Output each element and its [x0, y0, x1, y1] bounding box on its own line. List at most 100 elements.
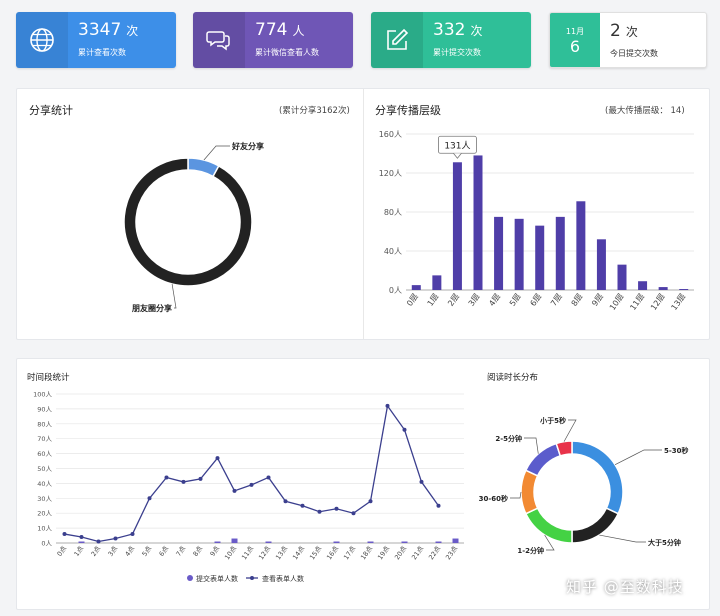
- slice-label: 2-5分钟: [495, 434, 522, 443]
- x-tick-label: 5点: [140, 544, 153, 558]
- share-donut-chart: 好友分享朋友圈分享: [123, 141, 264, 313]
- y-tick-label: 0人: [389, 286, 402, 295]
- stat-card-today[interactable]: 11月 6 2次 今日提交次数: [549, 12, 707, 68]
- y-tick-label: 0人: [41, 540, 52, 548]
- x-tick-label: 4点: [123, 544, 136, 558]
- stat-card-submits[interactable]: 332 次 累计提交次数: [371, 12, 531, 68]
- line-point: [334, 506, 339, 511]
- line-point: [79, 535, 84, 540]
- y-tick-label: 40人: [384, 247, 402, 256]
- x-tick-label: 8层: [570, 292, 585, 308]
- x-tick-label: 5层: [508, 292, 523, 308]
- x-tick-label: 12层: [649, 292, 667, 312]
- slice-label: 好友分享: [231, 141, 264, 151]
- slice-label: 大于5分钟: [648, 538, 681, 547]
- slice-label: 5-30秒: [664, 446, 689, 455]
- calendar-day: 6: [569, 36, 581, 56]
- x-tick-label: 7点: [174, 544, 187, 558]
- line-point: [436, 503, 441, 508]
- label-leader-line: [614, 449, 662, 465]
- donut-slice: [524, 442, 562, 477]
- x-tick-label: 23点: [444, 544, 459, 561]
- bar: [514, 218, 524, 290]
- x-tick-label: 18点: [359, 544, 374, 561]
- stat-value: 774: [255, 20, 288, 40]
- x-tick-label: 13点: [274, 544, 289, 561]
- y-tick-label: 70人: [37, 435, 52, 443]
- line-point: [164, 475, 169, 480]
- y-tick-label: 90人: [37, 405, 52, 413]
- bar: [679, 289, 689, 290]
- stat-card-wechat[interactable]: 774 人 累计微信查看人数: [193, 12, 353, 68]
- chat-icon: [193, 12, 245, 68]
- stat-label: 累计微信查看人数: [255, 48, 319, 57]
- x-tick-label: 9层: [590, 292, 605, 308]
- legend-marker: [250, 576, 254, 580]
- line-point: [300, 503, 305, 508]
- label-leader-line: [510, 491, 522, 499]
- bar: [473, 155, 483, 290]
- legend-marker: [187, 575, 193, 581]
- x-tick-label: 16点: [325, 544, 340, 561]
- bar: [494, 216, 504, 290]
- x-tick-label: 0层: [405, 292, 420, 308]
- bar: [333, 541, 340, 543]
- x-tick-label: 7层: [549, 292, 564, 308]
- bar: [617, 264, 627, 290]
- line-point: [351, 511, 356, 516]
- line-point: [419, 479, 424, 484]
- y-tick-label: 80人: [384, 208, 402, 217]
- y-tick-label: 80人: [37, 420, 52, 428]
- edit-icon: [371, 12, 423, 68]
- spread-title: 分享传播层级: [375, 104, 441, 117]
- stat-value: 2: [610, 21, 621, 41]
- slice-label: 小于5秒: [539, 416, 566, 425]
- stat-card-views[interactable]: 3347 次 累计查看次数: [16, 12, 176, 68]
- reading-title: 阅读时长分布: [487, 373, 539, 383]
- x-tick-label: 3点: [106, 544, 119, 558]
- donut-slice: [123, 157, 253, 287]
- reading-donut-chart: 5-30秒大于5分钟 1-2分钟 30-60秒 2-5分钟 小于5秒: [479, 416, 689, 555]
- x-tick-label: 15点: [308, 544, 323, 561]
- bar: [231, 538, 238, 543]
- bar: [265, 541, 272, 543]
- slice-label: 朋友圈分享: [131, 303, 172, 313]
- line-point: [266, 475, 271, 480]
- bar: [535, 225, 545, 290]
- calendar-icon: 11月 6: [550, 13, 600, 67]
- x-tick-label: 2点: [89, 544, 102, 558]
- bar: [452, 538, 459, 543]
- x-tick-label: 10点: [223, 544, 238, 561]
- bar: [401, 541, 408, 543]
- line-point: [96, 539, 101, 544]
- stat-value: 332: [433, 20, 466, 40]
- x-tick-label: 21点: [410, 544, 425, 561]
- y-tick-label: 60人: [37, 450, 52, 458]
- x-tick-label: 1层: [426, 292, 441, 308]
- spread-bar-chart: 0人40人80人120人160人0层 1层 2层 3层 4层 5层 6层 7层 8层 9层 10层 1…: [379, 130, 694, 312]
- bar: [78, 541, 85, 543]
- x-tick-label: 14点: [291, 544, 306, 561]
- y-tick-label: 20人: [37, 510, 52, 518]
- stat-value: 3347: [78, 20, 122, 40]
- x-tick-label: 3层: [467, 292, 482, 308]
- x-tick-label: 11点: [240, 544, 255, 561]
- label-leader-line: [524, 437, 539, 454]
- donut-slice: [571, 507, 620, 544]
- stat-unit: 次: [625, 25, 638, 39]
- y-tick-label: 50人: [37, 465, 52, 473]
- line-point: [249, 482, 254, 487]
- x-tick-label: 22点: [427, 544, 442, 561]
- label-leader-line: [203, 145, 230, 161]
- y-tick-label: 160人: [379, 130, 402, 139]
- x-tick-label: 9点: [208, 544, 221, 558]
- line-point: [215, 456, 220, 461]
- bar: [214, 541, 221, 543]
- bar: [367, 541, 374, 543]
- stat-label: 今日提交次数: [610, 49, 658, 58]
- line-point: [368, 499, 373, 504]
- bar: [658, 287, 668, 290]
- bar: [452, 162, 462, 290]
- x-tick-label: 19点: [376, 544, 391, 561]
- label-leader-line: [171, 283, 177, 309]
